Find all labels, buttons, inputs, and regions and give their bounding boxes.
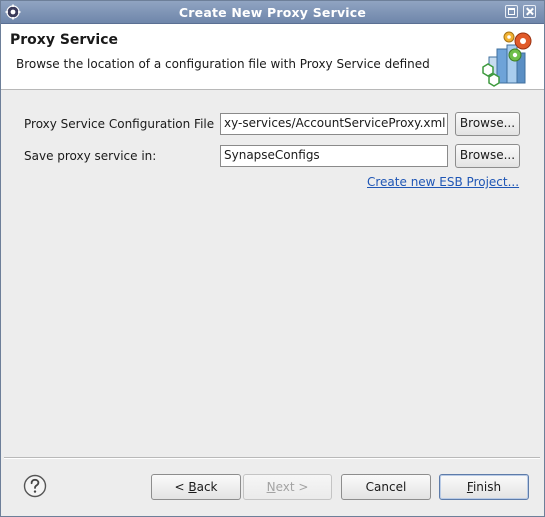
back-label-mnemonic: B (188, 480, 197, 494)
back-label-rest: ack (196, 480, 218, 494)
proxy-service-wizard-icon (482, 31, 532, 87)
title-bar[interactable]: Create New Proxy Service (1, 1, 544, 24)
config-browse-button[interactable]: Browse... (455, 112, 520, 136)
maximize-icon[interactable] (505, 5, 518, 18)
window-title: Create New Proxy Service (178, 5, 367, 20)
save-browse-button[interactable]: Browse... (455, 144, 520, 168)
wizard-header: Proxy Service Browse the location of a c… (1, 24, 544, 90)
save-in-input[interactable]: SynapseConfigs (220, 145, 448, 167)
save-in-label: Save proxy service in: (24, 149, 157, 163)
finish-button[interactable]: Finish (439, 474, 529, 500)
help-icon[interactable] (23, 474, 47, 498)
page-title: Proxy Service (10, 32, 119, 48)
footer-separator (4, 457, 540, 459)
close-icon[interactable] (523, 5, 536, 18)
config-file-input[interactable]: xy-services/AccountServiceProxy.xml (220, 113, 448, 135)
next-label-mnemonic: N (266, 480, 276, 494)
next-button[interactable]: Next > (243, 474, 332, 500)
dialog-window: Create New Proxy Service Proxy Service B… (0, 0, 545, 517)
create-esb-project-link[interactable]: Create new ESB Project... (367, 175, 519, 189)
back-button[interactable]: < Back (151, 474, 241, 500)
page-description: Browse the location of a configuration f… (16, 57, 430, 71)
back-label-prefix: < (174, 480, 189, 494)
finish-label-rest: inish (472, 480, 502, 494)
config-file-label: Proxy Service Configuration File (24, 117, 215, 131)
next-label-rest: ext > (275, 480, 309, 494)
cancel-button[interactable]: Cancel (341, 474, 431, 500)
